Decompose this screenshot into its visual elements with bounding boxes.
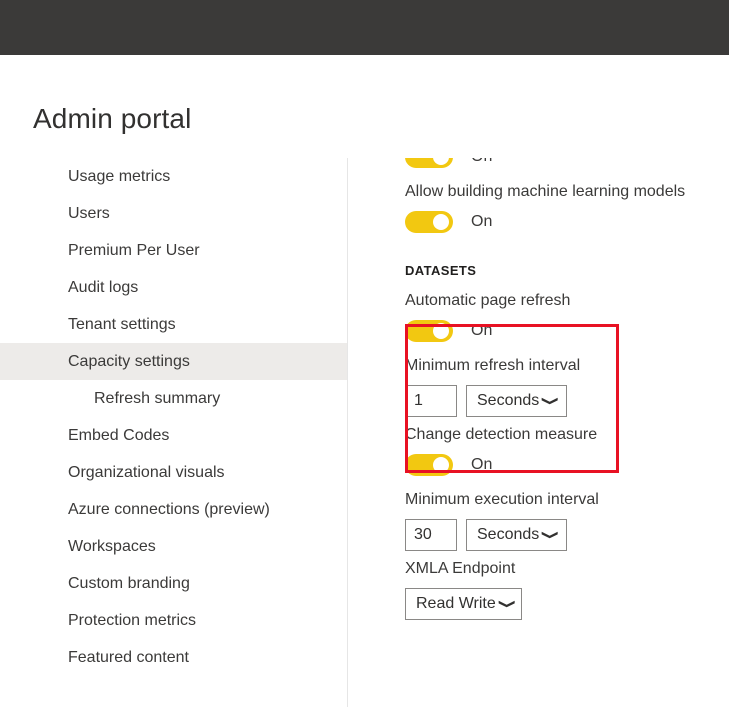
sidebar-item-label: Featured content [68, 649, 189, 667]
app-top-bar [0, 0, 729, 55]
sidebar-item-label: Users [68, 205, 110, 223]
xmla-endpoint-select[interactable]: Read Write ❯ [405, 588, 522, 620]
minimum-execution-interval-label: Minimum execution interval [405, 482, 729, 513]
sidebar-item-tenant-settings[interactable]: Tenant settings [0, 306, 347, 343]
sidebar-item-premium-per-user[interactable]: Premium Per User [0, 232, 347, 269]
toggle-knob [433, 158, 449, 165]
minimum-refresh-interval-unit-select[interactable]: Seconds ❯ [466, 385, 567, 417]
sidebar-item-embed-codes[interactable]: Embed Codes [0, 417, 347, 454]
automatic-page-refresh-toggle-state: On [471, 322, 492, 340]
sidebar-item-refresh-summary[interactable]: Refresh summary [0, 380, 347, 417]
xmla-endpoint-label: XMLA Endpoint [405, 551, 729, 582]
automatic-page-refresh-toggle[interactable] [405, 320, 453, 342]
body-area: Usage metrics Users Premium Per User Aud… [0, 158, 729, 707]
sidebar-item-users[interactable]: Users [0, 195, 347, 232]
ml-models-label: Allow building machine learning models [405, 174, 729, 205]
sidebar-item-label: Refresh summary [94, 390, 220, 408]
sidebar-item-label: Protection metrics [68, 612, 196, 630]
settings-panel-content: On Allow building machine learning model… [349, 158, 729, 620]
sidebar-item-organizational-visuals[interactable]: Organizational visuals [0, 454, 347, 491]
top-setting-toggle-state: On [471, 158, 492, 166]
sidebar-item-label: Audit logs [68, 279, 138, 297]
sidebar-item-protection-metrics[interactable]: Protection metrics [0, 602, 347, 639]
sidebar-item-usage-metrics[interactable]: Usage metrics [0, 158, 347, 195]
minimum-refresh-interval-input[interactable] [405, 385, 457, 417]
change-detection-toggle-state: On [471, 456, 492, 474]
sidebar-item-label: Custom branding [68, 575, 190, 593]
chevron-down-icon: ❯ [543, 530, 559, 540]
page-title: Admin portal [33, 103, 191, 135]
minimum-refresh-interval-unit-value: Seconds [477, 392, 539, 410]
sidebar-item-label: Workspaces [68, 538, 156, 556]
sidebar-item-label: Azure connections (preview) [68, 501, 270, 519]
toggle-knob [433, 457, 449, 473]
change-detection-toggle-row: On [405, 448, 729, 482]
sidebar-item-workspaces[interactable]: Workspaces [0, 528, 347, 565]
sidebar-item-label: Organizational visuals [68, 464, 225, 482]
minimum-execution-interval-controls: Seconds ❯ [405, 513, 729, 551]
datasets-section-heading: DATASETS [405, 239, 729, 283]
sidebar-item-audit-logs[interactable]: Audit logs [0, 269, 347, 306]
change-detection-measure-label: Change detection measure [405, 417, 729, 448]
automatic-page-refresh-toggle-row: On [405, 314, 729, 348]
top-setting-toggle-row: On [405, 158, 729, 174]
toggle-knob [433, 214, 449, 230]
sidebar-nav: Usage metrics Users Premium Per User Aud… [0, 158, 348, 707]
chevron-down-icon: ❯ [543, 396, 559, 406]
ml-models-toggle-state: On [471, 213, 492, 231]
settings-panel: On Allow building machine learning model… [349, 158, 729, 707]
sidebar-item-label: Usage metrics [68, 168, 170, 186]
automatic-page-refresh-label: Automatic page refresh [405, 283, 729, 314]
sidebar-item-capacity-settings[interactable]: Capacity settings [0, 343, 347, 380]
minimum-execution-interval-input[interactable] [405, 519, 457, 551]
xmla-endpoint-controls: Read Write ❯ [405, 582, 729, 620]
top-setting-toggle[interactable] [405, 158, 453, 168]
sidebar-item-label: Capacity settings [68, 353, 190, 371]
minimum-execution-interval-unit-value: Seconds [477, 526, 539, 544]
ml-models-toggle[interactable] [405, 211, 453, 233]
minimum-execution-interval-unit-select[interactable]: Seconds ❯ [466, 519, 567, 551]
sidebar-item-azure-connections[interactable]: Azure connections (preview) [0, 491, 347, 528]
change-detection-toggle[interactable] [405, 454, 453, 476]
sidebar-item-label: Tenant settings [68, 316, 176, 334]
chevron-down-icon: ❯ [500, 599, 516, 609]
minimum-refresh-interval-controls: Seconds ❯ [405, 379, 729, 417]
sidebar-item-custom-branding[interactable]: Custom branding [0, 565, 347, 602]
sidebar-item-label: Embed Codes [68, 427, 169, 445]
ml-models-toggle-row: On [405, 205, 729, 239]
toggle-knob [433, 323, 449, 339]
minimum-refresh-interval-label: Minimum refresh interval [405, 348, 729, 379]
xmla-endpoint-value: Read Write [416, 595, 496, 613]
sidebar-item-featured-content[interactable]: Featured content [0, 639, 347, 676]
sidebar-item-label: Premium Per User [68, 242, 200, 260]
